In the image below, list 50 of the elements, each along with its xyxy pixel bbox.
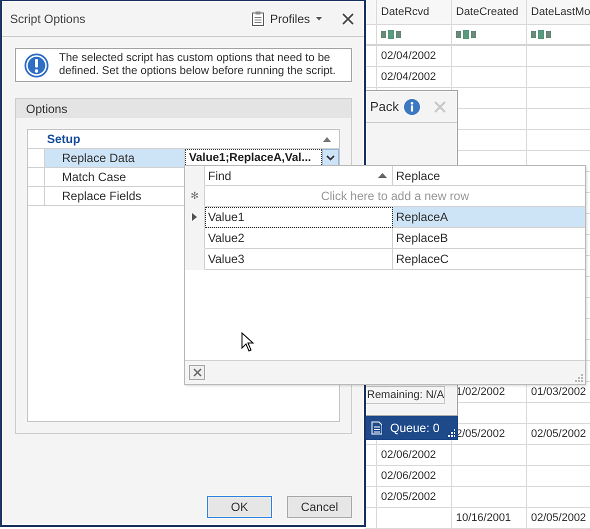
info-icon xyxy=(24,52,49,78)
document-icon xyxy=(371,421,382,435)
table-cell[interactable]: ReplaceA xyxy=(393,207,585,228)
table-cell[interactable]: ReplaceB xyxy=(393,228,585,249)
column-header[interactable]: DateRcvd xyxy=(377,0,452,24)
close-icon xyxy=(192,368,202,377)
table-cell[interactable]: Value2 xyxy=(205,228,393,249)
mouse-cursor-icon xyxy=(241,332,254,352)
table-cell: 02/06/2002 xyxy=(381,449,436,461)
clipboard-icon xyxy=(252,11,264,26)
column-header[interactable]: DateCreated xyxy=(452,0,527,24)
resize-grip-icon[interactable] xyxy=(575,374,583,382)
row-pointer-icon xyxy=(192,213,197,221)
caret-icon xyxy=(316,16,322,20)
panel-title: Pack xyxy=(370,99,400,114)
filter-text-icon[interactable] xyxy=(381,30,401,39)
collapse-icon[interactable] xyxy=(323,136,331,142)
table-cell[interactable]: ReplaceC xyxy=(393,249,585,270)
group-title: Options xyxy=(16,99,351,118)
dialog-button[interactable]: OK xyxy=(207,496,272,518)
table-cell: 02/05/2002 xyxy=(531,512,586,524)
table-cell: 1/02/2002 xyxy=(456,386,505,398)
table-cell: 01/03/2002 xyxy=(531,386,586,398)
table-cell[interactable]: Value1 xyxy=(205,207,393,228)
column-header[interactable]: Replace xyxy=(393,166,585,186)
row-indicator[interactable]: ✻ xyxy=(185,186,205,207)
property-name[interactable]: Replace Data xyxy=(44,149,185,167)
table-cell: 02/06/2002 xyxy=(381,470,436,482)
clear-button[interactable] xyxy=(189,365,205,380)
window-title: Script Options xyxy=(10,12,86,26)
close-icon[interactable] xyxy=(342,12,354,24)
category-label[interactable]: Setup xyxy=(47,132,80,146)
filter-text-icon[interactable] xyxy=(456,30,476,39)
table-cell: 02/04/2002 xyxy=(381,50,436,62)
table-cell: 02/05/2002 xyxy=(531,428,586,440)
column-header[interactable]: DateLastMo xyxy=(527,0,590,24)
profiles-button[interactable]: Profiles xyxy=(252,11,322,26)
info-icon[interactable] xyxy=(404,98,420,114)
table-cell[interactable]: Value3 xyxy=(205,249,393,270)
table-cell: 2/05/2002 xyxy=(456,428,505,440)
message-text: The selected script has custom options that need to be defined. Set the options below before running the script. xyxy=(59,52,337,78)
table-cell: 02/05/2002 xyxy=(381,491,436,503)
new-row-marker: ✻ xyxy=(190,190,198,202)
column-header[interactable]: Find xyxy=(205,166,393,186)
chevron-down-icon xyxy=(326,155,335,161)
dialog-button[interactable]: Cancel xyxy=(287,496,352,518)
table-cell: 10/16/2001 xyxy=(456,512,512,524)
resize-grip-icon[interactable] xyxy=(448,429,455,437)
filter-text-icon[interactable] xyxy=(531,30,551,39)
table-cell: 02/04/2002 xyxy=(381,71,436,83)
